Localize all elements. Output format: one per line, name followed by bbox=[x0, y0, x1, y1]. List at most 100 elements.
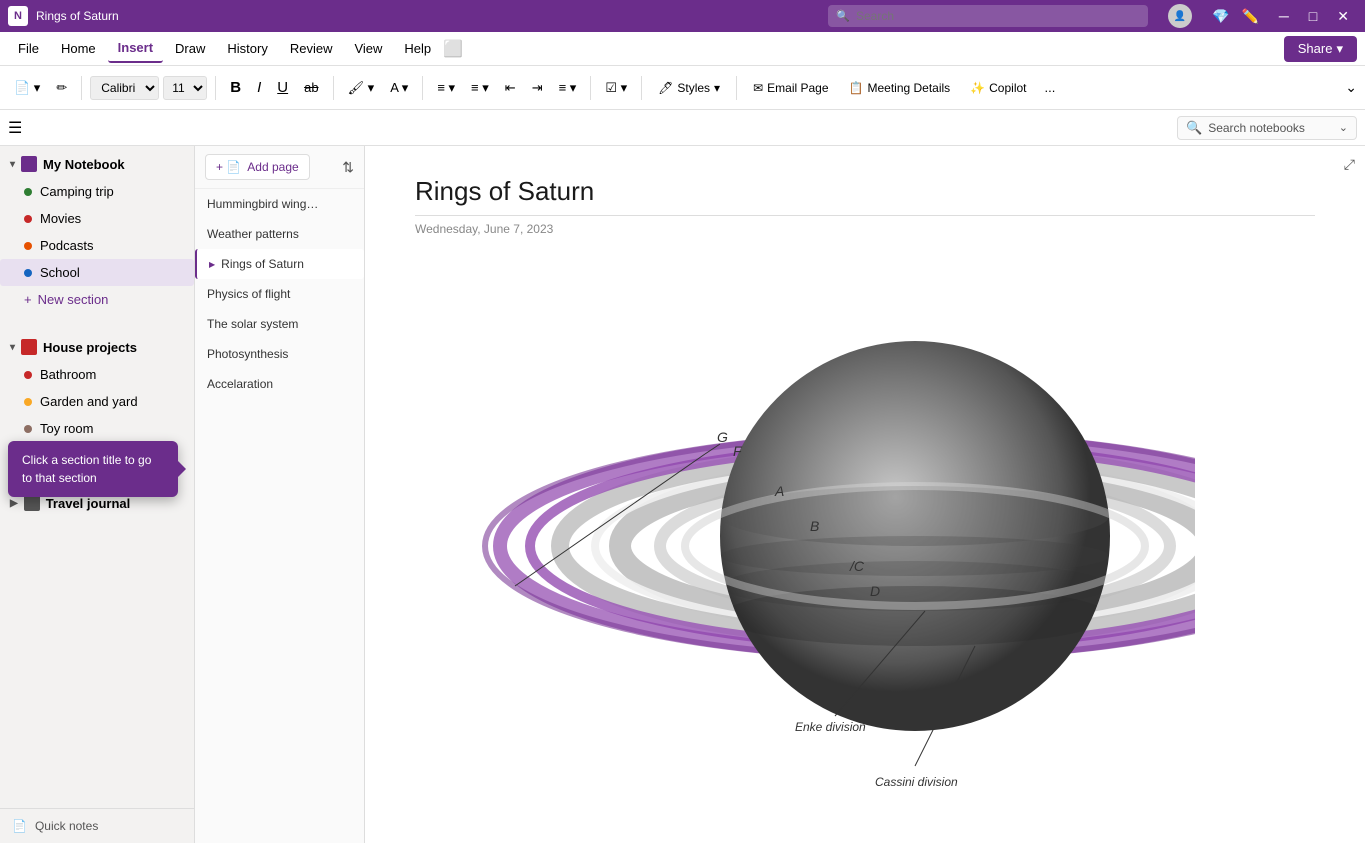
menu-history[interactable]: History bbox=[217, 35, 277, 62]
minimize-button[interactable]: ─ bbox=[1271, 8, 1297, 25]
copilot-button[interactable]: ✨ Copilot bbox=[962, 77, 1034, 99]
sidebar-item-school[interactable]: School bbox=[0, 259, 194, 286]
add-page-button[interactable]: + 📄 Add page bbox=[205, 154, 310, 180]
school-label: School bbox=[40, 265, 80, 280]
menu-draw[interactable]: Draw bbox=[165, 35, 215, 62]
my-notebook-new-section[interactable]: + New section bbox=[0, 286, 194, 313]
window-controls: ─ □ ✕ bbox=[1271, 8, 1357, 25]
bathroom-color bbox=[24, 371, 32, 379]
page-date: Wednesday, June 7, 2023 bbox=[415, 222, 1315, 236]
page-item-hummingbird[interactable]: Hummingbird wing… bbox=[195, 189, 364, 219]
menu-insert[interactable]: Insert bbox=[108, 34, 163, 63]
align-button[interactable]: ≡ ▾ bbox=[553, 76, 583, 100]
hamburger-icon[interactable]: ☰ bbox=[8, 118, 22, 138]
notebook-my-notebook: ▾ My Notebook Camping trip Movies Podcas… bbox=[0, 146, 194, 317]
quick-notes-button[interactable]: 📄 Quick notes bbox=[0, 808, 194, 843]
movies-label: Movies bbox=[40, 211, 81, 226]
house-projects-header[interactable]: ▾ House projects bbox=[0, 333, 194, 361]
more-options-button[interactable]: ... bbox=[1039, 76, 1062, 99]
title-bar-icons: 👤 💎 ✏️ ─ □ ✕ bbox=[1168, 4, 1357, 28]
sidebar: ▾ My Notebook Camping trip Movies Podcas… bbox=[0, 146, 195, 843]
new-page-button[interactable]: 📄 ▾ bbox=[8, 76, 46, 100]
pages-header: + 📄 Add page ⇅ bbox=[195, 146, 364, 189]
toolbar-sep-5 bbox=[590, 76, 591, 100]
share-button[interactable]: Share ▾ bbox=[1284, 36, 1357, 62]
content-area: ⤢ Rings of Saturn Wednesday, June 7, 202… bbox=[365, 146, 1365, 843]
avatar[interactable]: 👤 bbox=[1168, 4, 1192, 28]
enke-label: Enke division bbox=[795, 720, 866, 734]
sidebar-item-garden[interactable]: Garden and yard bbox=[0, 388, 194, 415]
sidebar-item-movies[interactable]: Movies bbox=[0, 205, 194, 232]
sidebar-item-toyroom[interactable]: Toy room bbox=[0, 415, 194, 442]
page-item-weather[interactable]: Weather patterns bbox=[195, 219, 364, 249]
c-label: /C bbox=[849, 558, 865, 574]
font-color-button[interactable]: A ▾ bbox=[384, 76, 414, 100]
format-brush-button[interactable]: ✏ bbox=[50, 76, 73, 100]
page-item-flight[interactable]: Physics of flight bbox=[195, 279, 364, 309]
bullets-button[interactable]: ≡ ▾ bbox=[431, 76, 461, 100]
podcasts-color bbox=[24, 242, 32, 250]
quick-notes-icon: 📄 bbox=[12, 819, 27, 833]
garden-color bbox=[24, 398, 32, 406]
indent-button[interactable]: ⇥ bbox=[526, 76, 549, 100]
toolbar-sep-1 bbox=[81, 76, 82, 100]
menu-view[interactable]: View bbox=[344, 35, 392, 62]
numbering-button[interactable]: ≡ ▾ bbox=[465, 76, 495, 100]
search-input[interactable] bbox=[828, 5, 1148, 27]
checkbox-button[interactable]: ☑ ▾ bbox=[599, 76, 633, 100]
pen-icon[interactable]: ✏️ bbox=[1241, 8, 1258, 25]
my-notebook-label: My Notebook bbox=[43, 157, 125, 172]
new-section-label: New section bbox=[38, 292, 109, 307]
toolbar-sep-4 bbox=[422, 76, 423, 100]
house-projects-chevron: ▾ bbox=[10, 342, 15, 353]
menu-help[interactable]: Help bbox=[394, 35, 441, 62]
app-title: Rings of Saturn bbox=[36, 9, 808, 23]
page-item-saturn[interactable]: Rings of Saturn bbox=[195, 249, 364, 279]
font-family-select[interactable]: Calibri bbox=[90, 76, 159, 100]
expand-button[interactable]: ⤢ bbox=[1344, 156, 1355, 173]
sidebar-item-bathroom[interactable]: Bathroom bbox=[0, 361, 194, 388]
strikethrough-button[interactable]: ab bbox=[298, 76, 324, 99]
underline-button[interactable]: U bbox=[271, 75, 294, 100]
podcasts-label: Podcasts bbox=[40, 238, 93, 253]
font-size-select[interactable]: 11 bbox=[163, 76, 207, 100]
cassini-label: Cassini division bbox=[875, 775, 958, 789]
outdent-button[interactable]: ⇤ bbox=[499, 76, 522, 100]
menu-home[interactable]: Home bbox=[51, 35, 106, 62]
app-icon: N bbox=[8, 6, 28, 26]
page-item-solar[interactable]: The solar system bbox=[195, 309, 364, 339]
maximize-button[interactable]: □ bbox=[1301, 8, 1325, 25]
menu-file[interactable]: File bbox=[8, 35, 49, 62]
page-item-acceleration[interactable]: Accelaration bbox=[195, 369, 364, 399]
search-notebooks-button[interactable]: 🔍 Search notebooks ⌄ bbox=[1177, 116, 1357, 140]
meeting-details-button[interactable]: 📋 Meeting Details bbox=[841, 77, 959, 99]
italic-button[interactable]: I bbox=[251, 75, 267, 100]
immersive-button[interactable]: ⬜ bbox=[443, 39, 463, 59]
sidebar-item-podcasts[interactable]: Podcasts bbox=[0, 232, 194, 259]
garden-label: Garden and yard bbox=[40, 394, 138, 409]
my-notebook-header[interactable]: ▾ My Notebook bbox=[0, 150, 194, 178]
saturn-diagram: G F A B /C D Enke division Cassini divis… bbox=[415, 256, 1315, 799]
sidebar-item-camping[interactable]: Camping trip bbox=[0, 178, 194, 205]
highlight-button[interactable]: 🖌 ▾ bbox=[342, 76, 381, 100]
close-button[interactable]: ✕ bbox=[1329, 8, 1357, 25]
house-projects-label: House projects bbox=[43, 340, 137, 355]
my-notebook-icon bbox=[21, 156, 37, 172]
bold-button[interactable]: B bbox=[224, 75, 247, 100]
sort-pages-button[interactable]: ⇅ bbox=[342, 159, 354, 176]
share-chevron: ▾ bbox=[1336, 41, 1343, 57]
search-notebooks-label: Search notebooks bbox=[1208, 121, 1333, 135]
camping-label: Camping trip bbox=[40, 184, 114, 199]
page-item-photosynthesis[interactable]: Photosynthesis bbox=[195, 339, 364, 369]
collapse-toolbar-button[interactable]: ⌄ bbox=[1345, 79, 1357, 96]
main-layout: ▾ My Notebook Camping trip Movies Podcas… bbox=[0, 146, 1365, 843]
app-icon-text: N bbox=[14, 10, 22, 22]
email-page-button[interactable]: ✉ Email Page bbox=[745, 77, 836, 99]
diamond-icon[interactable]: 💎 bbox=[1212, 8, 1229, 25]
secondary-bar: ☰ 🔍 Search notebooks ⌄ bbox=[0, 110, 1365, 146]
page-title[interactable]: Rings of Saturn bbox=[415, 176, 1315, 216]
my-notebook-chevron: ▾ bbox=[10, 159, 15, 170]
styles-button[interactable]: 🖊 Styles ▾ bbox=[650, 77, 728, 99]
menu-review[interactable]: Review bbox=[280, 35, 343, 62]
toolbar-sep-2 bbox=[215, 76, 216, 100]
